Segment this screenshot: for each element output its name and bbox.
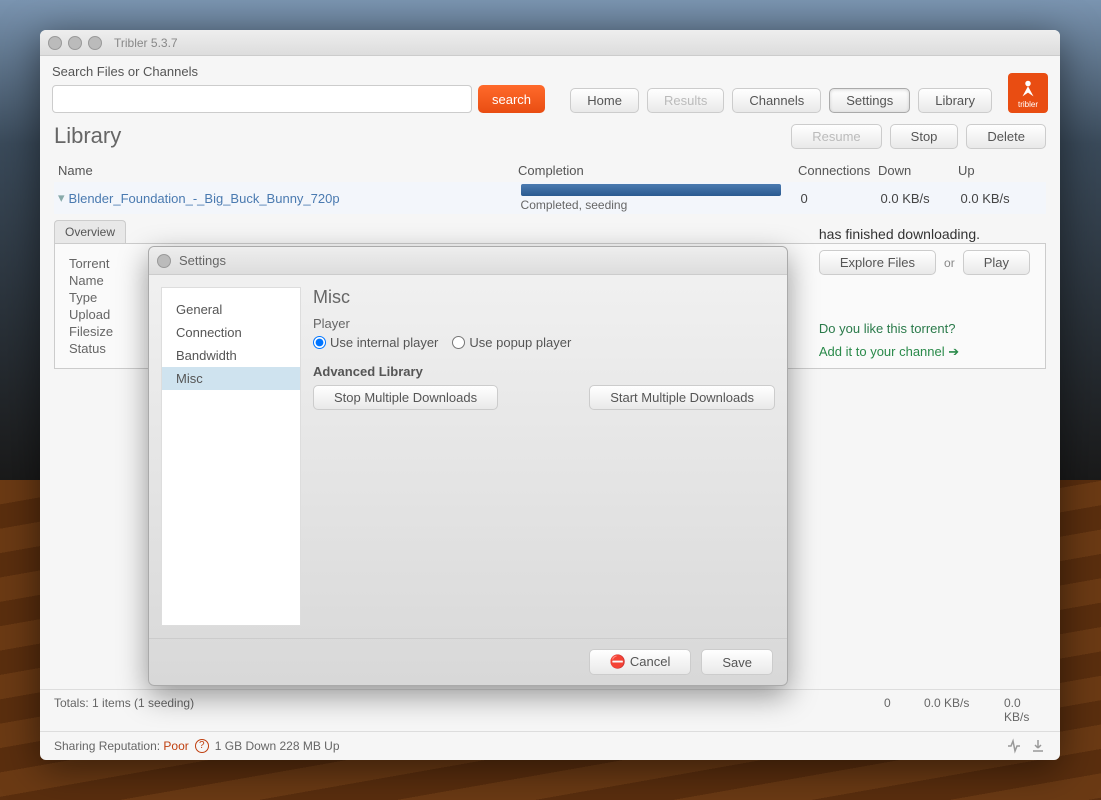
col-down[interactable]: Down xyxy=(878,163,958,178)
nav-results: Results xyxy=(647,88,724,113)
window-close-button[interactable] xyxy=(48,36,62,50)
nav-channels[interactable]: Channels xyxy=(732,88,821,113)
totals-up: 0.0 KB/s xyxy=(1004,696,1046,724)
main-window: Tribler 5.3.7 Search Files or Channels s… xyxy=(40,30,1060,760)
share-channel-link[interactable]: Add it to your channel ➔ xyxy=(819,344,959,360)
dialog-close-button[interactable] xyxy=(157,254,171,268)
settings-sidebar: General Connection Bandwidth Misc xyxy=(161,287,301,626)
advanced-library-label: Advanced Library xyxy=(313,364,775,379)
row-connections: 0 xyxy=(801,191,881,206)
col-connections[interactable]: Connections xyxy=(798,163,878,178)
detail-torrent: Torrent xyxy=(69,256,149,271)
stop-button[interactable]: Stop xyxy=(890,124,959,149)
col-completion[interactable]: Completion xyxy=(518,163,798,178)
detail-filesize: Filesize xyxy=(69,324,149,339)
downloads-icon[interactable] xyxy=(1030,738,1046,754)
radio-internal[interactable]: Use internal player xyxy=(313,335,438,350)
cat-general[interactable]: General xyxy=(162,298,300,321)
chevron-down-icon[interactable]: ▾ xyxy=(58,190,65,206)
help-icon[interactable]: ? xyxy=(195,739,209,753)
cancel-icon: ⛔ xyxy=(610,654,626,669)
search-button[interactable]: search xyxy=(478,85,545,113)
titlebar: Tribler 5.3.7 xyxy=(40,30,1060,56)
search-input[interactable] xyxy=(52,85,472,113)
resume-button: Resume xyxy=(791,124,881,149)
window-title: Tribler 5.3.7 xyxy=(114,36,178,50)
settings-heading: Misc xyxy=(313,287,775,308)
progress-bar xyxy=(521,184,781,196)
start-multiple-button[interactable]: Start Multiple Downloads xyxy=(589,385,775,410)
detail-tab-overview[interactable]: Overview xyxy=(54,220,126,243)
row-name: Blender_Foundation_-_Big_Buck_Bunny_720p xyxy=(69,191,521,206)
totals-bar: Totals: 1 items (1 seeding) 0 0.0 KB/s 0… xyxy=(40,689,1060,730)
like-question: Do you like this torrent? xyxy=(819,321,956,336)
nav-settings[interactable]: Settings xyxy=(829,88,910,113)
status-bar: Sharing Reputation: Poor ? 1 GB Down 228… xyxy=(40,731,1060,760)
radio-popup-input[interactable] xyxy=(452,336,465,349)
col-up[interactable]: Up xyxy=(958,163,1042,178)
settings-dialog: Settings General Connection Bandwidth Mi… xyxy=(148,246,788,686)
table-row[interactable]: ▾ Blender_Foundation_-_Big_Buck_Bunny_72… xyxy=(54,182,1046,214)
cat-connection[interactable]: Connection xyxy=(162,321,300,344)
traffic-text: 1 GB Down 228 MB Up xyxy=(215,739,340,753)
delete-button[interactable]: Delete xyxy=(966,124,1046,149)
detail-status: Status xyxy=(69,341,149,356)
app-logo: tribler xyxy=(1008,73,1048,113)
nav-library[interactable]: Library xyxy=(918,88,992,113)
window-maximize-button[interactable] xyxy=(88,36,102,50)
detail-type: Type xyxy=(69,290,149,305)
detail-upload: Upload xyxy=(69,307,149,322)
row-up: 0.0 KB/s xyxy=(961,191,1042,206)
window-minimize-button[interactable] xyxy=(68,36,82,50)
totals-text: Totals: 1 items (1 seeding) xyxy=(54,696,884,724)
radio-popup[interactable]: Use popup player xyxy=(452,335,571,350)
row-down: 0.0 KB/s xyxy=(881,191,961,206)
or-label: or xyxy=(944,256,955,270)
dialog-title: Settings xyxy=(179,253,226,268)
totals-down: 0.0 KB/s xyxy=(924,696,1004,724)
row-status: Completed, seeding xyxy=(521,198,801,212)
cat-bandwidth[interactable]: Bandwidth xyxy=(162,344,300,367)
finished-message: has finished downloading. xyxy=(819,226,980,242)
detail-name: Name xyxy=(69,273,149,288)
stop-multiple-button[interactable]: Stop Multiple Downloads xyxy=(313,385,498,410)
col-name[interactable]: Name xyxy=(58,163,518,178)
play-button[interactable]: Play xyxy=(963,250,1030,275)
reputation-label: Sharing Reputation: xyxy=(54,739,160,753)
logo-label: tribler xyxy=(1018,100,1038,109)
search-label: Search Files or Channels xyxy=(52,64,560,79)
explore-files-button[interactable]: Explore Files xyxy=(819,250,936,275)
radio-internal-input[interactable] xyxy=(313,336,326,349)
tribler-icon xyxy=(1017,78,1039,100)
save-button[interactable]: Save xyxy=(701,649,773,675)
totals-conn: 0 xyxy=(884,696,924,724)
player-group-label: Player xyxy=(313,316,775,331)
reputation-value: Poor xyxy=(163,739,188,753)
library-title: Library xyxy=(54,123,791,149)
cat-misc[interactable]: Misc xyxy=(162,367,300,390)
cancel-button[interactable]: ⛔Cancel xyxy=(589,649,692,675)
activity-icon[interactable] xyxy=(1006,738,1022,754)
nav-home[interactable]: Home xyxy=(570,88,639,113)
